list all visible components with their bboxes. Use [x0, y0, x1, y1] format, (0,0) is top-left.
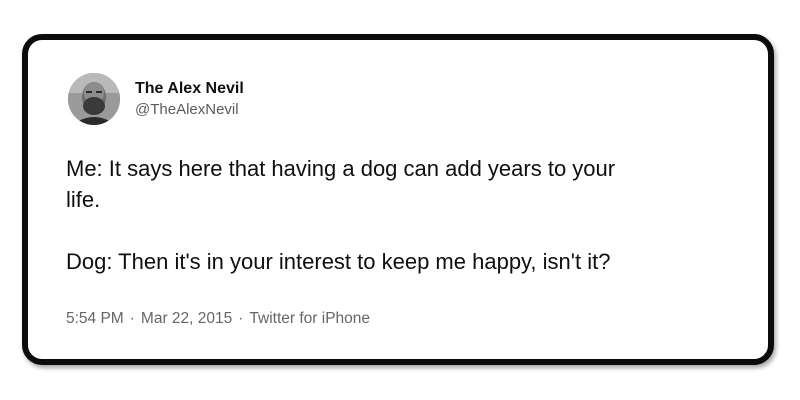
tweet-metadata: 5:54 PM · Mar 22, 2015 · Twitter for iPhone: [66, 310, 370, 328]
tweet-time[interactable]: 5:54 PM: [66, 310, 124, 327]
meta-separator: ·: [238, 310, 244, 327]
meta-separator: ·: [129, 310, 135, 327]
tweet-text-line: Me: It says here that having a dog can a…: [66, 156, 616, 181]
tweet-card: The Alex Nevil @TheAlexNevil Me: It says…: [22, 34, 774, 365]
bearded-man-avatar-icon: [68, 73, 120, 125]
tweet-date[interactable]: Mar 22, 2015: [141, 310, 232, 327]
tweet-text-line: Dog: Then it's in your interest to keep …: [66, 249, 611, 274]
tweet-text-line: life.: [66, 187, 101, 212]
author-display-name[interactable]: The Alex Nevil: [135, 80, 244, 98]
tweet-source[interactable]: Twitter for iPhone: [249, 310, 370, 327]
avatar[interactable]: [68, 73, 120, 125]
tweet-text: Me: It says here that having a dog can a…: [66, 153, 756, 277]
author-handle[interactable]: @TheAlexNevil: [135, 101, 239, 118]
